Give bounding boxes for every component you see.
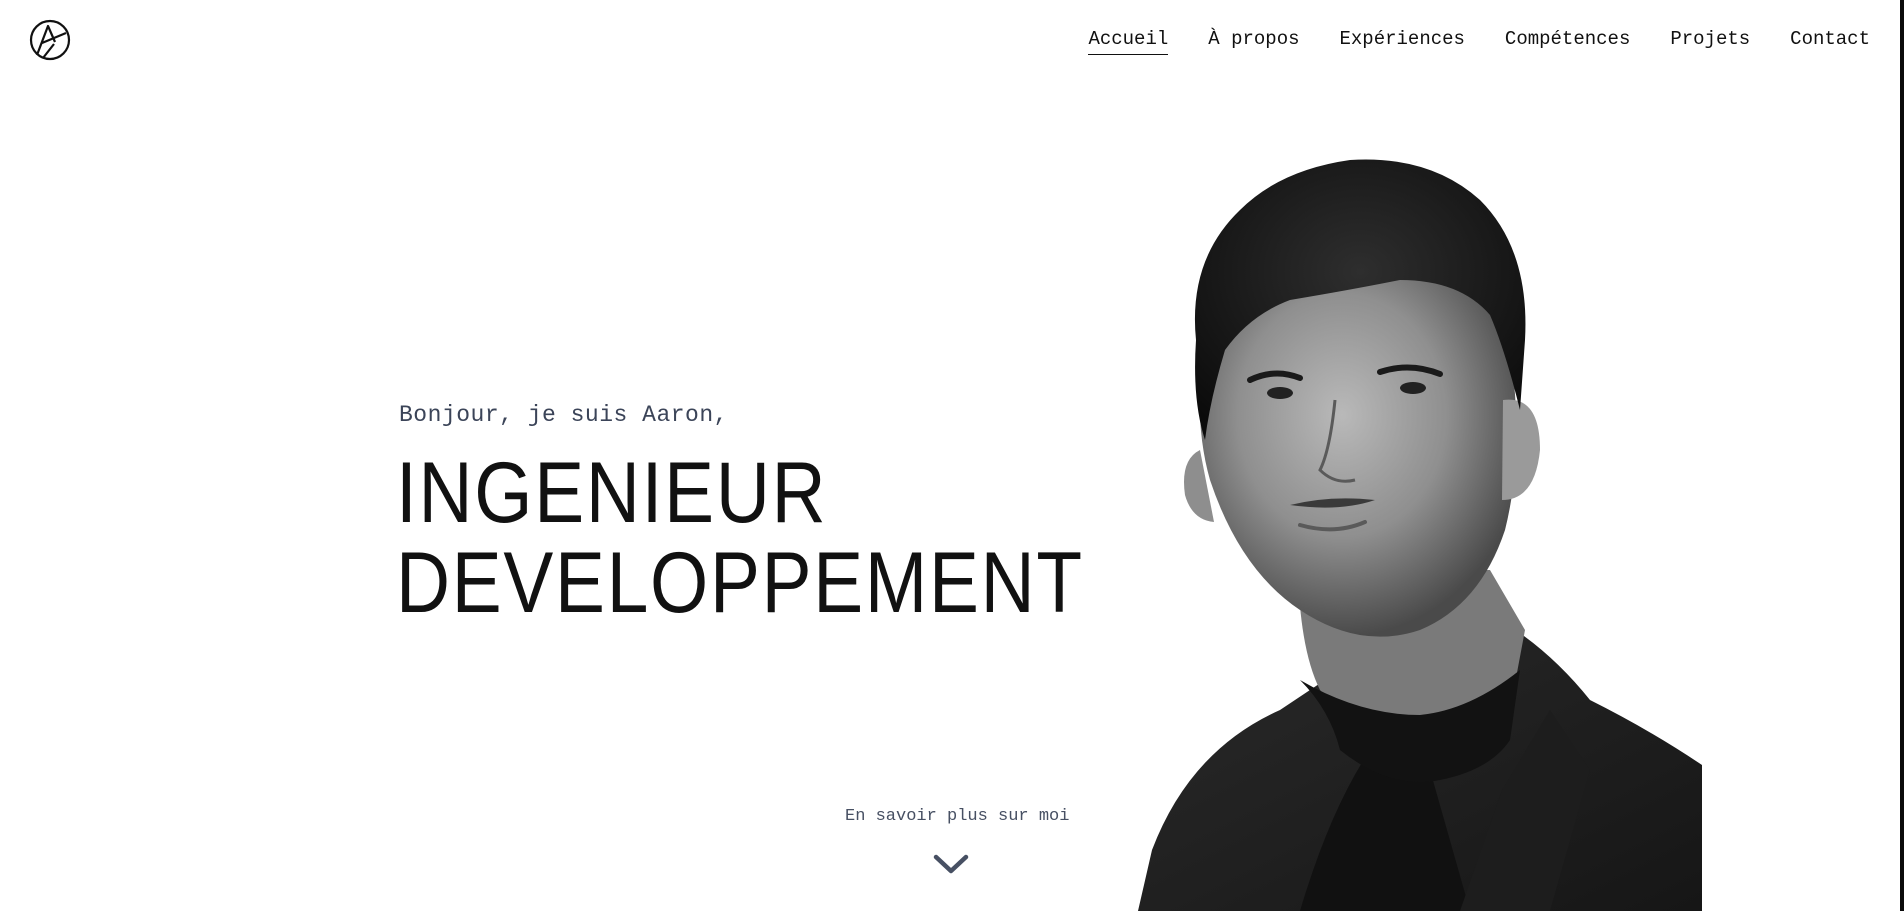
chevron-down-icon[interactable] [931,851,971,877]
logo-icon [29,19,71,61]
hero-title-line-2: DEVELOPPEMENT [396,535,1084,631]
nav-link-experiences[interactable]: Expériences [1340,28,1465,55]
nav-link-a-propos[interactable]: À propos [1208,28,1299,55]
hero-title-line-1: INGENIEUR [396,445,828,541]
nav-link-competences[interactable]: Compétences [1505,28,1630,55]
main-nav: Accueil À propos Expériences Compétences… [1088,28,1870,55]
page: Accueil À propos Expériences Compétences… [0,0,1904,911]
nav-link-contact[interactable]: Contact [1790,28,1870,55]
nav-link-projets[interactable]: Projets [1670,28,1750,55]
scrollbar-edge [1900,0,1904,911]
hero-title: INGENIEUR DEVELOPPEMENT [396,448,1084,628]
portrait-photo [1138,159,1702,911]
nav-link-accueil[interactable]: Accueil [1088,28,1169,55]
hero-greeting: Bonjour, je suis Aaron, [399,402,728,428]
learn-more-link[interactable]: En savoir plus sur moi [845,807,1069,826]
